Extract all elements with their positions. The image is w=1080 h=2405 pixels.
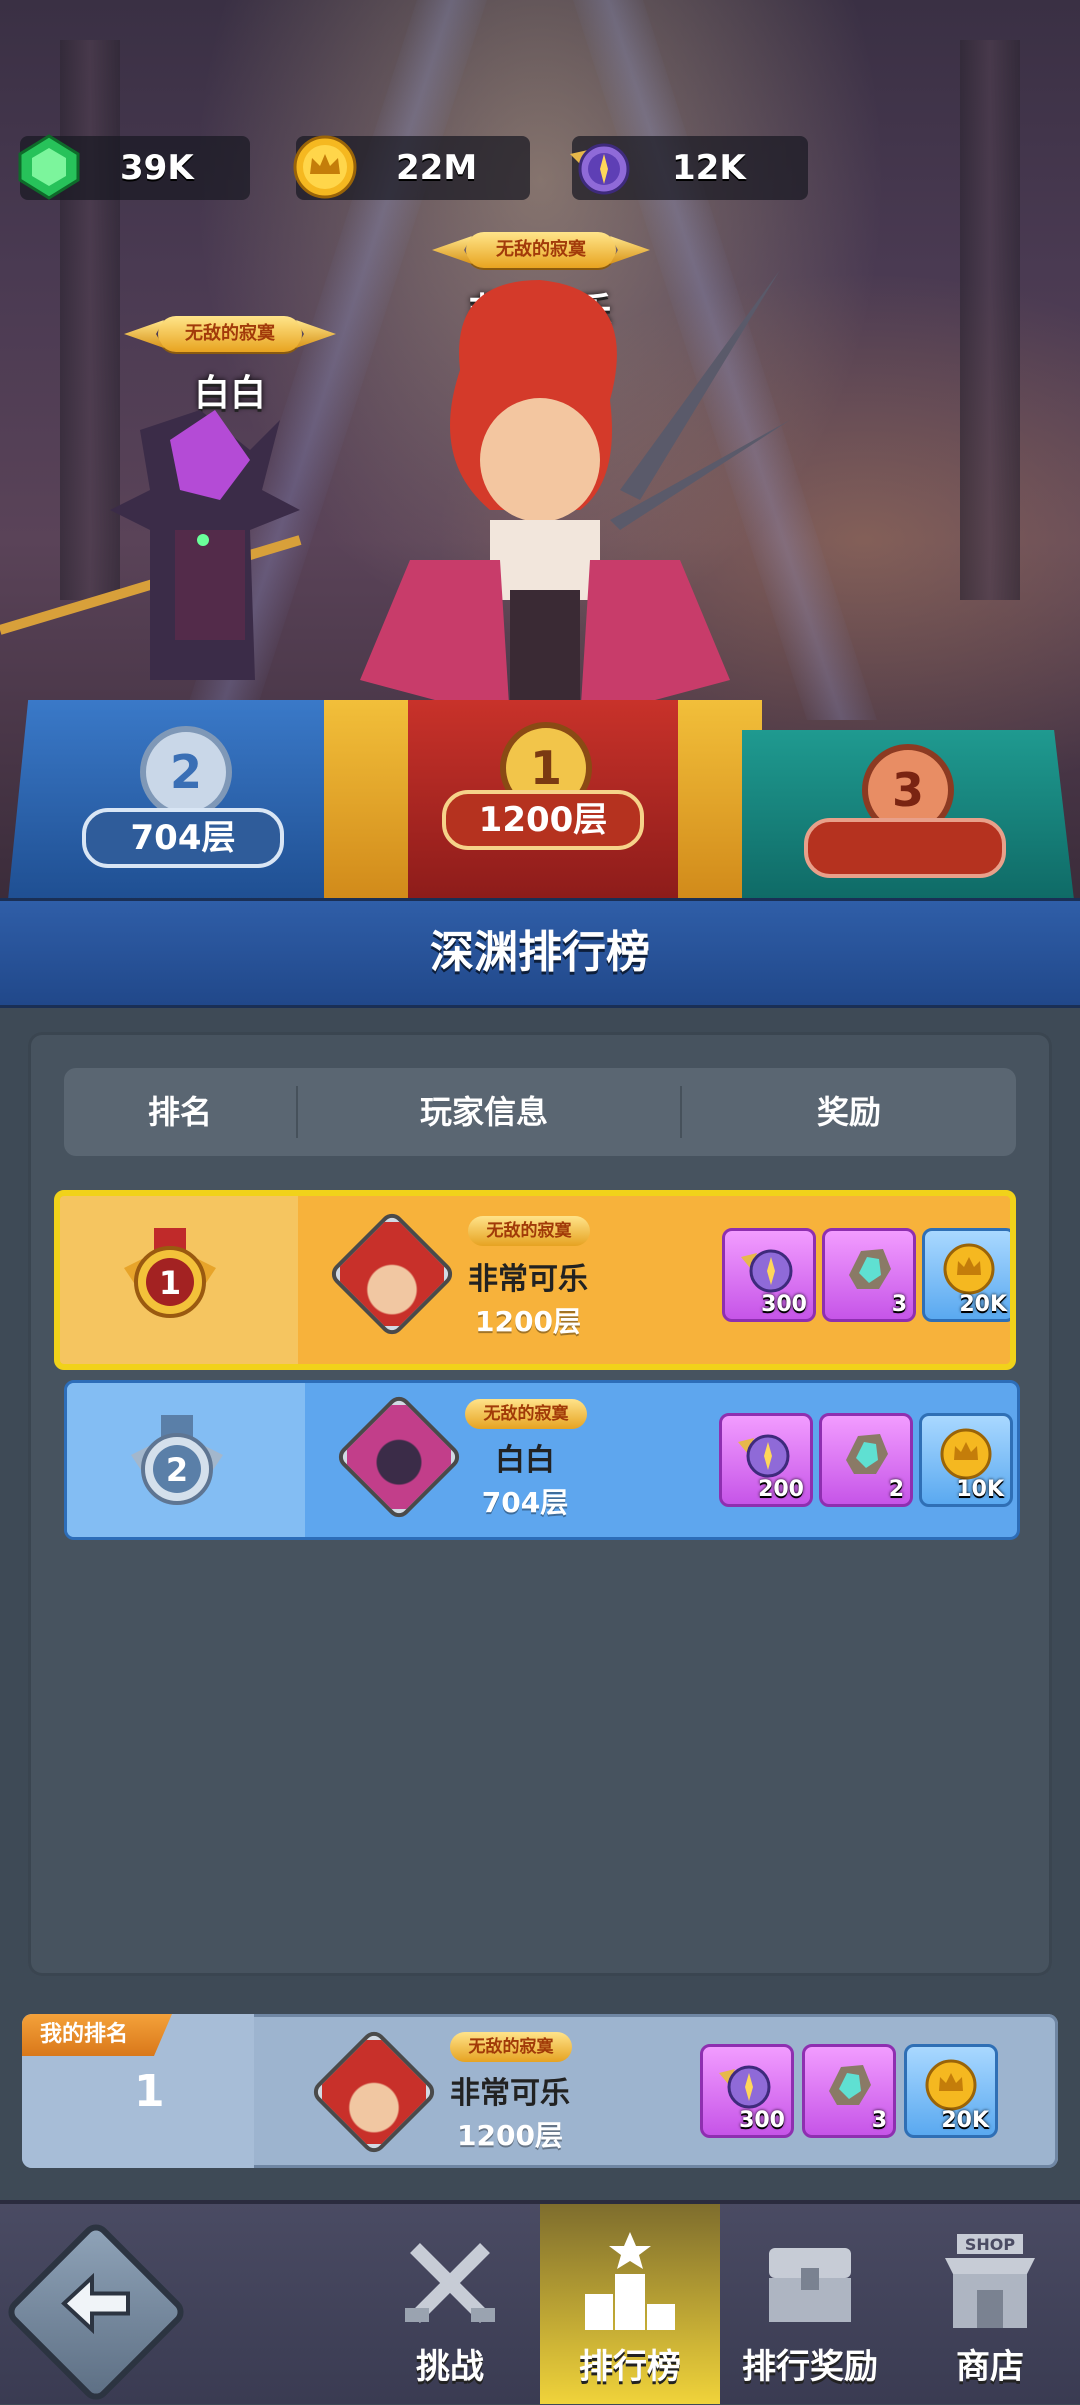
reward-count: 300 <box>761 1292 807 1317</box>
player-info-cell: 无敌的寂寞 非常可乐 1200层 300 3 20K <box>298 1196 1010 1364</box>
player-floor: 1200层 <box>475 1305 581 1338</box>
reward-gold[interactable]: 20K <box>904 2044 998 2138</box>
red-hair-swordswoman-character <box>360 270 790 720</box>
shop-icon-text: SHOP <box>965 2235 1016 2254</box>
tab-leaderboard[interactable]: 排行榜 <box>540 2204 720 2404</box>
reward-count: 10K <box>956 1477 1004 1502</box>
player-name: 白白 <box>495 1443 555 1478</box>
podium-star-icon <box>585 2232 675 2330</box>
second-floor-label: 704层 <box>82 808 284 868</box>
table-row[interactable]: 2 无敌的寂寞 白白 704层 200 2 10K <box>64 1380 1020 1540</box>
first-floor-label: 1200层 <box>442 790 644 850</box>
table-row[interactable]: 1 无敌的寂寞 非常可乐 1200层 300 3 20K <box>54 1190 1016 1370</box>
second-rank-emblem: 2 <box>140 726 232 818</box>
compass-value: 12K <box>672 148 746 188</box>
reward-count: 2 <box>888 1477 904 1502</box>
compass-counter[interactable]: 12K <box>570 136 808 200</box>
reward-crystal[interactable]: 2 <box>819 1413 913 1507</box>
gold-crown-coin-icon <box>925 2059 977 2111</box>
reward-compass[interactable]: 300 <box>700 2044 794 2138</box>
reward-gold[interactable]: 20K <box>922 1228 1010 1322</box>
gold-value: 22M <box>396 148 478 188</box>
player-title-badge: 无敌的寂寞 <box>450 2032 572 2062</box>
player-title-badge: 无敌的寂寞 <box>465 1399 587 1429</box>
reward-count: 3 <box>891 1292 907 1317</box>
player-title-badge: 无敌的寂寞 <box>468 1216 590 1246</box>
gold-medal-icon: 1 <box>124 1228 216 1318</box>
tab-label: 商店 <box>956 2347 1024 2387</box>
leaderboard-title: 深渊排行榜 <box>0 898 1080 1008</box>
column-player-info: 玩家信息 <box>419 1093 548 1131</box>
tab-challenge[interactable]: 挑战 <box>360 2204 540 2404</box>
my-rank-row[interactable]: 我的排名 1 无敌的寂寞 非常可乐 1200层 300 3 20K <box>22 2014 1058 2168</box>
medal-rank-number: 1 <box>159 1264 181 1302</box>
my-rank-tag: 我的排名 <box>22 2014 172 2056</box>
column-rank: 排名 <box>147 1093 212 1131</box>
reward-compass[interactable]: 300 <box>722 1228 816 1322</box>
tab-rank-rewards[interactable]: 排行奖励 <box>720 2204 900 2404</box>
reward-crystal[interactable]: 3 <box>802 2044 896 2138</box>
winged-compass-icon <box>741 1249 793 1293</box>
my-rank-cell: 我的排名 1 <box>22 2014 254 2168</box>
reward-count: 200 <box>758 1477 804 1502</box>
tab-shop[interactable]: SHOP 商店 <box>900 2204 1080 2404</box>
gold-crown-coin-icon <box>943 1243 995 1295</box>
crystal-ore-icon <box>829 2065 871 2105</box>
gem-value: 39K <box>120 148 194 188</box>
player-name: 非常可乐 <box>450 2076 570 2111</box>
player-name: 非常可乐 <box>468 1262 588 1297</box>
bottom-nav: 挑战 排行榜 排行奖励 SHOP 商店 <box>0 2200 1080 2405</box>
crystal-ore-icon <box>846 1434 888 1474</box>
winged-compass-icon <box>738 1434 790 1478</box>
shop-icon: SHOP <box>945 2234 1035 2328</box>
winged-compass-icon <box>719 2065 771 2109</box>
gold-crown-coin-icon <box>293 135 357 199</box>
tab-label: 排行榜 <box>579 2347 681 2387</box>
treasure-chest-icon <box>769 2248 851 2322</box>
tab-label: 挑战 <box>416 2347 484 2387</box>
winged-compass-icon <box>570 143 630 195</box>
player-floor: 1200层 <box>457 2119 563 2152</box>
player-floor: 704层 <box>481 1486 569 1519</box>
reward-gold[interactable]: 10K <box>919 1413 1013 1507</box>
reward-count: 3 <box>871 2108 887 2133</box>
leaderboard-panel: 排名 玩家信息 奖励 1 无敌的寂寞 非常可乐 1200层 300 3 20K … <box>28 1032 1052 1976</box>
gold-crown-coin-icon <box>940 1428 992 1480</box>
arena-scene: 39K 22M 12K 无敌的寂寞 非常可乐 无敌的寂寞 白白 <box>0 0 1080 900</box>
third-floor-label <box>804 818 1006 878</box>
second-title-badge: 无敌的寂寞 <box>158 316 302 352</box>
green-gem-icon <box>18 134 80 200</box>
back-button[interactable] <box>2 2218 190 2405</box>
back-arrow-icon <box>61 2272 130 2335</box>
player-info-cell: 无敌的寂寞 白白 704层 200 2 10K <box>305 1383 1017 1537</box>
reward-compass[interactable]: 200 <box>719 1413 813 1507</box>
crossed-swords-icon <box>405 2243 495 2323</box>
pillar <box>960 40 1020 600</box>
column-header: 排名 玩家信息 奖励 <box>64 1068 1016 1156</box>
medal-rank-number: 2 <box>166 1451 188 1489</box>
reward-count: 20K <box>941 2108 989 2133</box>
rank-cell: 2 <box>67 1383 305 1537</box>
column-reward: 奖励 <box>816 1093 881 1131</box>
reward-count: 20K <box>959 1292 1007 1317</box>
crystal-ore-icon <box>849 1249 891 1289</box>
gem-counter[interactable]: 39K <box>18 134 250 200</box>
my-rank-number: 1 <box>134 2066 165 2117</box>
silver-medal-icon: 2 <box>131 1415 223 1505</box>
reward-count: 300 <box>739 2108 785 2133</box>
gold-counter[interactable]: 22M <box>293 135 530 200</box>
tab-label: 排行奖励 <box>742 2347 878 2387</box>
rank-cell: 1 <box>60 1196 298 1364</box>
reward-crystal[interactable]: 3 <box>822 1228 916 1322</box>
